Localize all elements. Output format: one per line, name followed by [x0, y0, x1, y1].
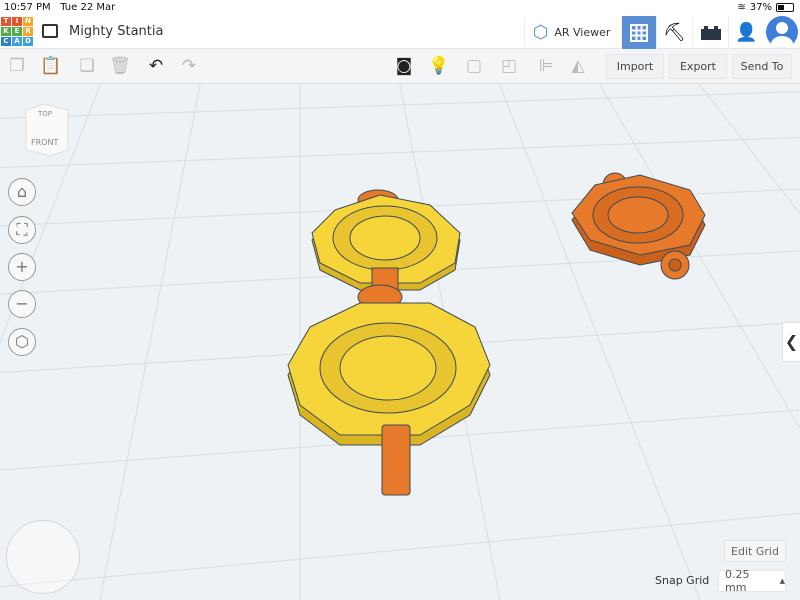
mirror-icon[interactable]: ◭ — [567, 55, 589, 77]
undo-icon[interactable]: ↶ — [145, 55, 167, 77]
status-bar: 10:57 PM Tue 22 Mar ≋37% — [0, 0, 800, 16]
perspective-button[interactable]: ⬡ — [8, 328, 36, 356]
plus-icon: + — [15, 257, 28, 276]
chevron-left-icon: ❮ — [785, 332, 798, 351]
redo-icon[interactable]: ↷ — [178, 55, 200, 77]
ar-viewer-button[interactable]: ⬡AR Viewer — [524, 16, 618, 49]
view-cube[interactable]: TOP FRONT — [24, 102, 70, 157]
fit-all-icon: ⛶ — [16, 220, 27, 239]
design-list-icon[interactable] — [42, 24, 58, 38]
minus-icon: − — [15, 294, 28, 313]
paste-icon[interactable]: 📋 — [40, 55, 62, 77]
design-title[interactable]: Mighty Stantia — [69, 24, 163, 39]
cube-outline-icon: ⬡ — [15, 332, 29, 351]
wifi-icon: ≋ — [737, 2, 745, 13]
grid-icon — [630, 24, 648, 42]
add-user-icon: 👤 — [735, 22, 757, 43]
battery-icon — [776, 3, 794, 12]
zoom-in-button[interactable]: + — [8, 253, 36, 281]
view-cube-front: FRONT — [31, 138, 58, 147]
fit-view-button[interactable]: ⛶ — [8, 216, 36, 244]
yellow-pendant-bottom — [288, 285, 490, 495]
snap-grid-label: Snap Grid — [655, 574, 709, 587]
home-icon: ⌂ — [17, 182, 27, 201]
navigation-joystick[interactable] — [6, 520, 80, 594]
bricks-button[interactable] — [692, 16, 728, 49]
status-time: 10:57 PM Tue 22 Mar — [4, 2, 115, 13]
home-view-button[interactable]: ⌂ — [8, 178, 36, 206]
status-right: ≋37% — [737, 2, 794, 13]
shapes-panel-toggle[interactable]: ❮ — [782, 322, 800, 362]
3d-design-view-button[interactable] — [621, 16, 656, 49]
copy-icon[interactable]: ❐ — [6, 55, 28, 77]
cube-icon: ⬡ — [533, 22, 549, 43]
duplicate-icon[interactable]: ❏ — [76, 55, 98, 77]
minecraft-pickaxe-button[interactable]: ⛏ — [656, 16, 692, 49]
delete-icon[interactable]: 🗑 — [109, 55, 131, 77]
caret-up-icon: ▲ — [780, 577, 785, 585]
align-icon[interactable]: ⊫ — [535, 55, 557, 77]
light-bulb-icon[interactable]: 💡 — [428, 55, 450, 77]
group-icon[interactable]: ▢ — [463, 55, 485, 77]
pickaxe-icon: ⛏ — [663, 22, 686, 43]
brick-icon — [701, 26, 721, 40]
workplane-grid — [0, 85, 800, 600]
app-header: TIN KER CAD Mighty Stantia ⬡AR Viewer ⛏ … — [0, 16, 800, 49]
notes-icon[interactable]: ◙ — [393, 55, 415, 77]
edit-grid-button[interactable]: Edit Grid — [724, 540, 786, 562]
send-to-button[interactable]: Send To — [732, 54, 792, 79]
ungroup-icon[interactable]: ◰ — [498, 55, 520, 77]
3d-workplane[interactable]: TOP FRONT ⌂ ⛶ + − ⬡ ❮ — [0, 85, 800, 600]
zoom-out-button[interactable]: − — [8, 290, 36, 318]
snap-grid-select[interactable]: 0.25 mm▲ — [718, 570, 786, 592]
tinkercad-logo[interactable]: TIN KER CAD — [1, 17, 33, 46]
orange-pendant — [572, 173, 705, 279]
user-avatar[interactable] — [766, 16, 798, 48]
invite-user-button[interactable]: 👤 — [728, 16, 764, 49]
edit-toolbar: ❐ 📋 ❏ 🗑 ↶ ↷ ◙ 💡 ▢ ◰ ⊫ ◭ Import Export Se… — [0, 49, 800, 84]
export-button[interactable]: Export — [669, 54, 727, 79]
import-button[interactable]: Import — [606, 54, 664, 79]
view-cube-top: TOP — [37, 110, 52, 118]
